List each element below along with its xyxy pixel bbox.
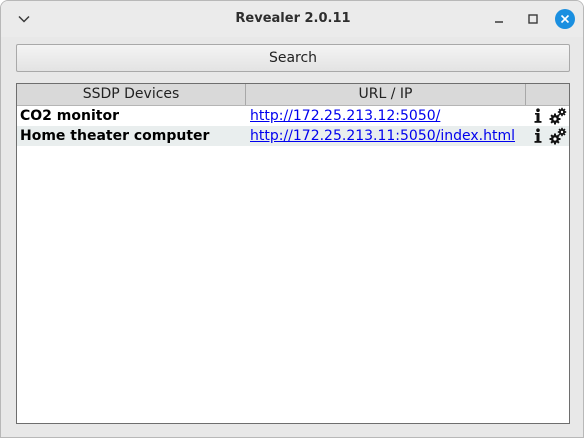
device-url-link[interactable]: http://172.25.213.11:5050/index.html <box>250 126 515 146</box>
close-icon <box>560 14 570 24</box>
table-header: SSDP Devices URL / IP <box>17 84 569 106</box>
minimize-icon <box>495 21 503 23</box>
maximize-button[interactable] <box>523 9 543 29</box>
title-bar[interactable]: Revealer 2.0.11 <box>1 1 583 37</box>
device-url-link[interactable]: http://172.25.213.12:5050/ <box>250 106 440 126</box>
minimize-button[interactable] <box>489 9 509 29</box>
table-row[interactable]: Home theater computer http://172.25.213.… <box>17 126 569 146</box>
app-window: Revealer 2.0.11 Search SSDP Devices URL … <box>0 0 584 438</box>
gear-icon[interactable] <box>549 107 567 125</box>
column-header-actions[interactable] <box>526 84 569 105</box>
column-header-ssdp-devices[interactable]: SSDP Devices <box>17 84 246 105</box>
table-row[interactable]: CO2 monitor http://172.25.213.12:5050/ <box>17 106 569 126</box>
devices-table: SSDP Devices URL / IP CO2 monitor http:/… <box>16 83 570 424</box>
gear-icon[interactable] <box>549 127 567 145</box>
close-button[interactable] <box>555 9 575 29</box>
maximize-icon <box>528 14 538 24</box>
search-button[interactable]: Search <box>16 44 570 72</box>
window-menu-button[interactable] <box>14 10 34 28</box>
column-header-url-ip[interactable]: URL / IP <box>246 84 526 105</box>
device-name: Home theater computer <box>20 128 210 144</box>
info-icon[interactable] <box>533 128 543 144</box>
info-icon[interactable] <box>533 108 543 124</box>
chevron-down-icon <box>18 15 30 23</box>
device-name: CO2 monitor <box>20 108 119 124</box>
